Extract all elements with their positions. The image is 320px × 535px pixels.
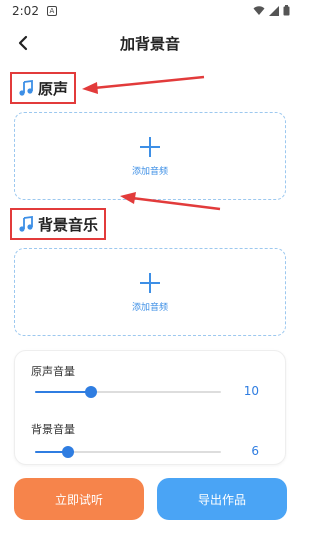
preview-button[interactable]: 立即试听 bbox=[14, 478, 144, 520]
slider-thumb[interactable] bbox=[62, 446, 75, 458]
plus-icon bbox=[140, 272, 160, 293]
background-volume-slider[interactable] bbox=[35, 444, 221, 460]
upload-hint: 添加音频 bbox=[131, 302, 168, 313]
section-title-original: 原声 bbox=[10, 72, 77, 104]
status-icons bbox=[253, 5, 290, 16]
add-background-audio-button[interactable]: 添加音频 bbox=[14, 248, 286, 336]
status-time: 2:02 bbox=[12, 4, 39, 18]
upload-hint: 添加音频 bbox=[131, 166, 168, 177]
original-volume-value: 10 bbox=[243, 384, 259, 398]
music-note-icon bbox=[19, 216, 33, 232]
background-volume-label: 背景音量 bbox=[31, 423, 75, 436]
section-label: 背景音乐 bbox=[38, 215, 99, 234]
page-title: 加背景音 bbox=[119, 34, 180, 53]
battery-icon bbox=[283, 5, 290, 16]
back-arrow-icon[interactable] bbox=[14, 33, 34, 53]
wifi-icon bbox=[253, 5, 265, 15]
annotation-arrow-icon bbox=[82, 75, 205, 94]
original-volume-slider[interactable] bbox=[35, 384, 221, 400]
header: 加背景音 bbox=[0, 26, 300, 60]
slider-thumb[interactable] bbox=[84, 386, 97, 398]
add-original-audio-button[interactable]: 添加音频 bbox=[14, 112, 286, 200]
export-button[interactable]: 导出作品 bbox=[157, 478, 287, 520]
section-label: 原声 bbox=[38, 79, 69, 98]
section-title-background: 背景音乐 bbox=[10, 208, 107, 240]
signal-icon bbox=[269, 5, 279, 16]
music-note-icon bbox=[19, 80, 33, 96]
slider-fill bbox=[35, 391, 91, 393]
notification-badge-icon: A bbox=[46, 6, 57, 16]
status-bar: 2:02 A bbox=[0, 0, 300, 22]
background-volume-value: 6 bbox=[251, 444, 259, 458]
plus-icon bbox=[140, 136, 160, 157]
volume-card: 原声音量 10 背景音量 6 bbox=[14, 350, 286, 465]
original-volume-label: 原声音量 bbox=[31, 365, 75, 378]
annotation-arrow-icon bbox=[120, 192, 221, 211]
